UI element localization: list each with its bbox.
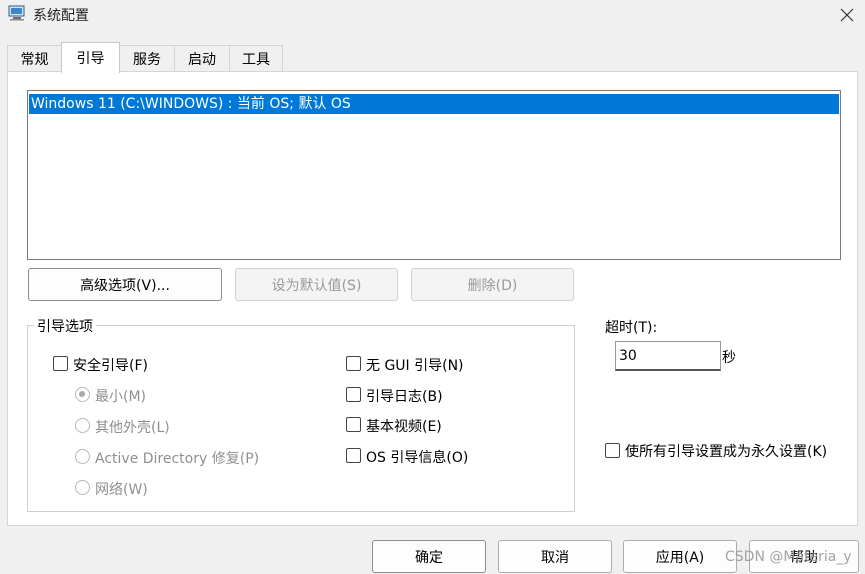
safe-boot-label[interactable]: 安全引导(F) <box>73 355 148 375</box>
minimal-label[interactable]: 最小(M) <box>95 386 146 406</box>
set-default-button[interactable]: 设为默认值(S) <box>235 268 398 301</box>
window-title: 系统配置 <box>33 8 89 24</box>
active-directory-repair-radio[interactable] <box>75 449 90 464</box>
delete-button[interactable]: 删除(D) <box>411 268 574 301</box>
make-permanent-checkbox[interactable] <box>605 443 620 458</box>
tab-startup[interactable]: 启动 <box>174 45 230 72</box>
base-video-label[interactable]: 基本视频(E) <box>366 416 442 436</box>
os-boot-info-label[interactable]: OS 引导信息(O) <box>366 447 468 467</box>
network-label[interactable]: 网络(W) <box>95 479 148 499</box>
alternate-shell-radio[interactable] <box>75 418 90 433</box>
close-icon <box>840 8 854 22</box>
boot-log-checkbox[interactable] <box>346 387 361 402</box>
advanced-options-button[interactable]: 高级选项(V)... <box>28 268 222 301</box>
timeout-unit-label: 秒 <box>722 350 736 366</box>
system-config-app-icon <box>8 5 26 21</box>
active-directory-repair-label[interactable]: Active Directory 修复(P) <box>95 448 259 468</box>
no-gui-boot-checkbox[interactable] <box>346 356 361 371</box>
timeout-label: 超时(T): <box>605 320 658 336</box>
cancel-button[interactable]: 取消 <box>498 540 612 573</box>
ok-button[interactable]: 确定 <box>372 540 486 573</box>
close-button[interactable] <box>834 3 860 27</box>
safe-boot-checkbox[interactable] <box>53 356 68 371</box>
title-bar <box>0 0 865 30</box>
network-radio[interactable] <box>75 480 90 495</box>
tab-boot[interactable]: 引导 <box>61 42 120 73</box>
make-permanent-label[interactable]: 使所有引导设置成为永久设置(K) <box>625 441 827 461</box>
apply-button[interactable]: 应用(A) <box>623 540 737 573</box>
os-boot-info-checkbox[interactable] <box>346 448 361 463</box>
tab-tools[interactable]: 工具 <box>229 45 283 72</box>
no-gui-boot-label[interactable]: 无 GUI 引导(N) <box>366 355 464 375</box>
alternate-shell-label[interactable]: 其他外壳(L) <box>95 417 170 437</box>
boot-log-label[interactable]: 引导日志(B) <box>366 386 443 406</box>
timeout-input[interactable] <box>615 341 721 371</box>
minimal-radio[interactable] <box>75 387 90 402</box>
tab-services[interactable]: 服务 <box>119 45 175 72</box>
os-list-item[interactable]: Windows 11 (C:\WINDOWS) : 当前 OS; 默认 OS <box>29 94 839 114</box>
watermark-text: CSDN @Materia_y <box>725 549 852 565</box>
base-video-checkbox[interactable] <box>346 417 361 432</box>
os-list[interactable] <box>27 90 841 260</box>
boot-options-group-label: 引导选项 <box>34 316 96 336</box>
tab-general[interactable]: 常规 <box>7 45 62 72</box>
